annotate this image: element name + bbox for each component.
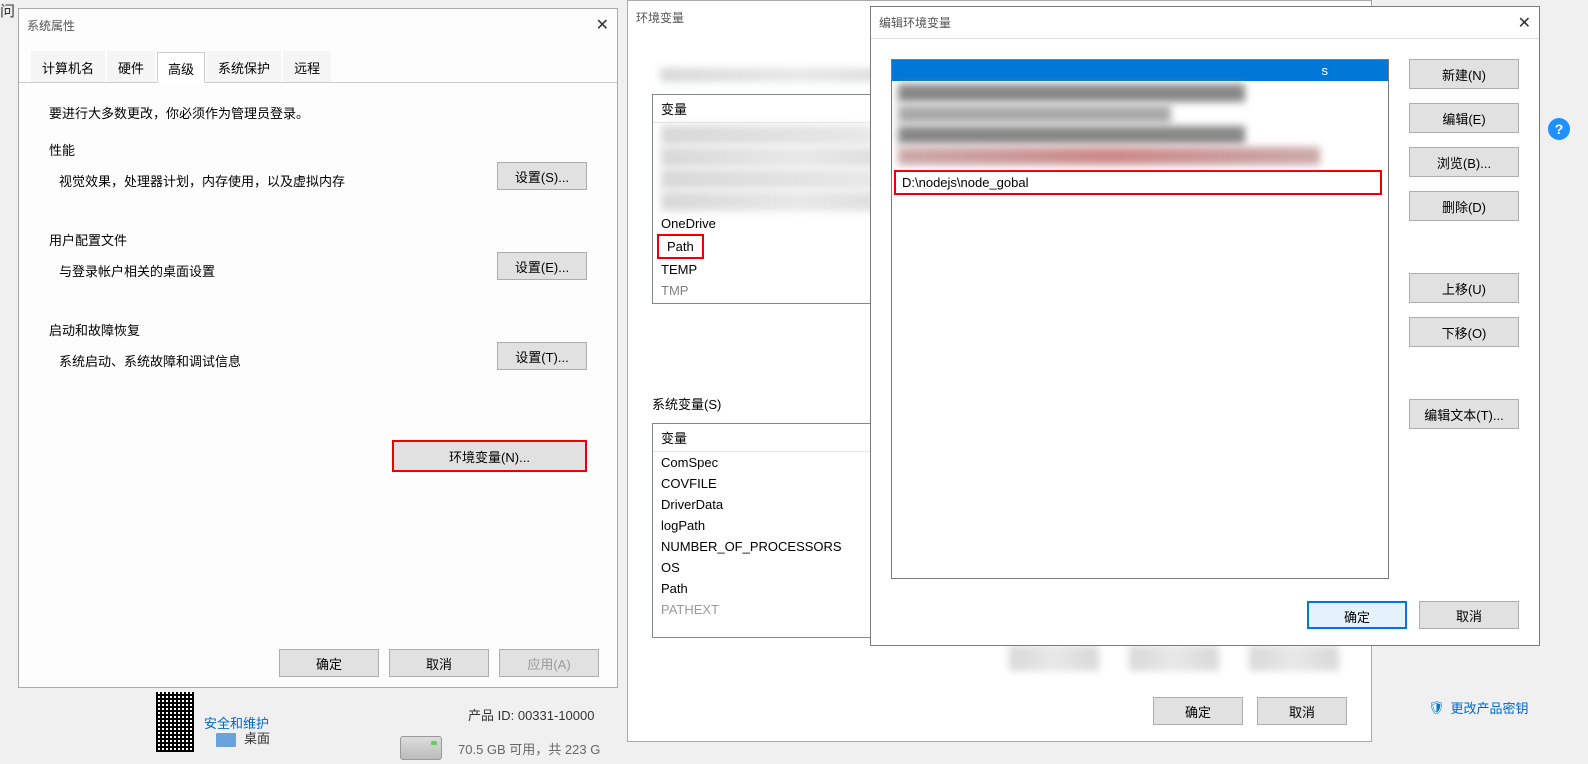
edit-text-button[interactable]: 编辑文本(T)... — [1409, 399, 1519, 429]
side-buttons: 新建(N) 编辑(E) 浏览(B)... 删除(D) 上移(U) 下移(O) 编… — [1409, 59, 1519, 579]
close-icon[interactable]: ✕ — [1518, 13, 1531, 33]
dialog-buttons: 确定 取消 应用(A) — [279, 649, 599, 677]
dialog-body: s D:\nodejs\node_gobal 新建(N) 编辑(E) 浏览(B)… — [871, 39, 1539, 599]
blurred-path — [898, 126, 1245, 144]
ok-button[interactable]: 确定 — [279, 649, 379, 677]
change-product-key-link[interactable]: 更改产品密钥 — [1428, 698, 1529, 717]
blurred-button — [1009, 645, 1099, 671]
cancel-button[interactable]: 取消 — [389, 649, 489, 677]
dialog-buttons: 确定 取消 — [1153, 697, 1347, 725]
move-up-button[interactable]: 上移(U) — [1409, 273, 1519, 303]
shield-icon — [1428, 700, 1445, 716]
dialog-body: 要进行大多数更改，你必须作为管理员登录。 性能 视觉效果，处理器计划，内存使用，… — [19, 83, 617, 430]
startup-title: 启动和故障恢复 — [49, 320, 587, 339]
delete-button[interactable]: 删除(D) — [1409, 191, 1519, 221]
drive-icon — [400, 736, 442, 760]
path-list[interactable]: s D:\nodejs\node_gobal — [891, 59, 1389, 579]
dialog-title: 编辑环境变量 — [879, 14, 951, 31]
close-icon[interactable]: ✕ — [596, 15, 609, 35]
titlebar: 编辑环境变量 ✕ — [871, 7, 1539, 39]
blurred-path — [898, 105, 1171, 123]
edit-env-variable-dialog: 编辑环境变量 ✕ s D:\nodejs\node_gobal 新建(N) 编辑… — [870, 6, 1540, 646]
blurred-path — [898, 84, 1245, 102]
browse-button[interactable]: 浏览(B)... — [1409, 147, 1519, 177]
edit-button[interactable]: 编辑(E) — [1409, 103, 1519, 133]
titlebar: 系统属性 ✕ — [19, 9, 617, 41]
cancel-button[interactable]: 取消 — [1257, 697, 1347, 725]
user-profile-group: 用户配置文件 与登录帐户相关的桌面设置 设置(E)... — [49, 230, 587, 280]
dialog-title: 环境变量 — [636, 9, 684, 26]
ok-button[interactable]: 确定 — [1153, 697, 1243, 725]
tab-advanced[interactable]: 高级 — [157, 52, 205, 83]
disk-info: 70.5 GB 可用，共 223 G — [458, 739, 600, 758]
tab-system-protection[interactable]: 系统保护 — [207, 51, 281, 82]
startup-settings-button[interactable]: 设置(T)... — [497, 342, 587, 370]
path-item-nodejs[interactable]: D:\nodejs\node_gobal — [894, 170, 1382, 195]
qr-icon — [156, 692, 194, 752]
change-key-text: 更改产品密钥 — [1451, 698, 1529, 717]
profile-settings-button[interactable]: 设置(E)... — [497, 252, 587, 280]
bg-fragment-text: 问 — [0, 0, 15, 21]
profile-title: 用户配置文件 — [49, 230, 587, 249]
ok-button[interactable]: 确定 — [1307, 601, 1407, 629]
startup-group: 启动和故障恢复 系统启动、系统故障和调试信息 设置(T)... — [49, 320, 587, 370]
product-id-label: 产品 ID: 00331-10000 — [468, 705, 594, 724]
tab-remote[interactable]: 远程 — [283, 51, 331, 82]
help-icon[interactable]: ? — [1548, 118, 1570, 140]
path-item-selected[interactable]: s — [892, 60, 1388, 81]
tabs: 计算机名 硬件 高级 系统保护 远程 — [19, 41, 617, 83]
perf-title: 性能 — [49, 140, 587, 159]
new-button[interactable]: 新建(N) — [1409, 59, 1519, 89]
cancel-button[interactable]: 取消 — [1419, 601, 1519, 629]
desktop-item[interactable]: 桌面 — [216, 728, 270, 747]
system-properties-dialog: 系统属性 ✕ 计算机名 硬件 高级 系统保护 远程 要进行大多数更改，你必须作为… — [18, 8, 618, 688]
folder-icon — [216, 733, 236, 747]
move-down-button[interactable]: 下移(O) — [1409, 317, 1519, 347]
blurred-button — [1129, 645, 1219, 671]
blurred-button — [1249, 645, 1339, 671]
list-item-path[interactable]: Path — [657, 234, 704, 259]
dialog-buttons: 确定 取消 — [1307, 601, 1519, 629]
apply-button[interactable]: 应用(A) — [499, 649, 599, 677]
dialog-title: 系统属性 — [27, 17, 75, 34]
performance-group: 性能 视觉效果，处理器计划，内存使用，以及虚拟内存 设置(S)... — [49, 140, 587, 190]
tab-hardware[interactable]: 硬件 — [107, 51, 155, 82]
hidden-buttons-row — [1001, 643, 1347, 673]
desktop-label: 桌面 — [244, 728, 270, 747]
env-variables-button[interactable]: 环境变量(N)... — [392, 440, 587, 472]
admin-note: 要进行大多数更改，你必须作为管理员登录。 — [49, 103, 587, 122]
blurred-path — [898, 147, 1320, 165]
tab-computer-name[interactable]: 计算机名 — [31, 51, 105, 82]
drive-row: 70.5 GB 可用，共 223 G — [400, 736, 600, 760]
selected-path-suffix: s — [1322, 63, 1329, 78]
perf-settings-button[interactable]: 设置(S)... — [497, 162, 587, 190]
